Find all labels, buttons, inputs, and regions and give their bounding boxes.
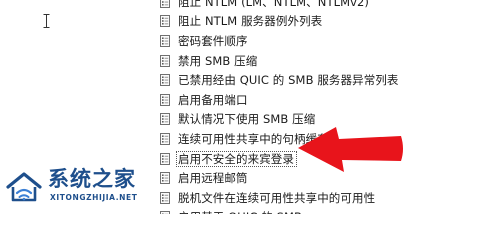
policy-editor-view: 阻止 NTLM (LM、NTLM、NTLMv2) 阻止 NTLM 服务器例外列表密… <box>0 0 478 214</box>
policy-label: 密码套件顺序 <box>178 33 248 48</box>
policy-setting-icon <box>160 54 170 67</box>
text-cursor-icon <box>43 14 50 28</box>
policy-label: 阻止 NTLM (LM、NTLM、NTLMv2) <box>178 0 370 9</box>
policy-item[interactable]: 禁用 SMB 压缩 <box>160 51 478 71</box>
policy-item[interactable]: 阻止 NTLM (LM、NTLM、NTLMv2) <box>160 0 478 12</box>
policy-label: 启用不安全的来宾登录 <box>176 150 297 167</box>
policy-item[interactable]: 脱机文件在连续可用性共享中的可用性 <box>160 188 478 208</box>
policy-item[interactable]: 已禁用经由 QUIC 的 SMB 服务器异常列表 <box>160 70 478 90</box>
policy-setting-icon <box>160 132 170 145</box>
watermark-title: 系统之家 <box>48 167 136 191</box>
policy-item[interactable]: 启用备用端口 <box>160 90 478 110</box>
policy-setting-icon <box>160 93 170 106</box>
policy-label: 启用远程邮筒 <box>178 171 248 186</box>
policy-label: 已禁用经由 QUIC 的 SMB 服务器异常列表 <box>178 73 399 88</box>
policy-setting-icon <box>160 74 170 87</box>
policy-label: 启用备用端口 <box>178 92 248 107</box>
watermark-subtitle: XITONGZHIJIA.NET <box>50 193 138 202</box>
watermark-logo-icon <box>6 172 42 202</box>
policy-setting-icon <box>160 34 170 47</box>
policy-setting-icon <box>160 15 170 28</box>
policy-item[interactable]: 密码套件顺序 <box>160 31 478 51</box>
policy-label: 脱机文件在连续可用性共享中的可用性 <box>178 190 376 205</box>
red-arrow-icon <box>298 127 403 172</box>
policy-setting-icon <box>160 113 170 126</box>
policy-label: 禁用 SMB 压缩 <box>178 53 258 68</box>
policy-label: 阻止 NTLM 服务器例外列表 <box>178 14 323 29</box>
policy-label: 启用基于 QUIC 的 SMB <box>177 210 304 214</box>
policy-item[interactable]: 阻止 NTLM 服务器例外列表 <box>160 12 478 32</box>
policy-list: 阻止 NTLM (LM、NTLM、NTLMv2) 阻止 NTLM 服务器例外列表密… <box>160 0 478 214</box>
policy-setting-icon <box>160 0 170 8</box>
policy-item[interactable]: 启用基于 QUIC 的 SMB <box>160 208 478 214</box>
policy-setting-icon <box>160 152 170 165</box>
watermark: 系统之家 XITONGZHIJIA.NET <box>4 164 164 212</box>
